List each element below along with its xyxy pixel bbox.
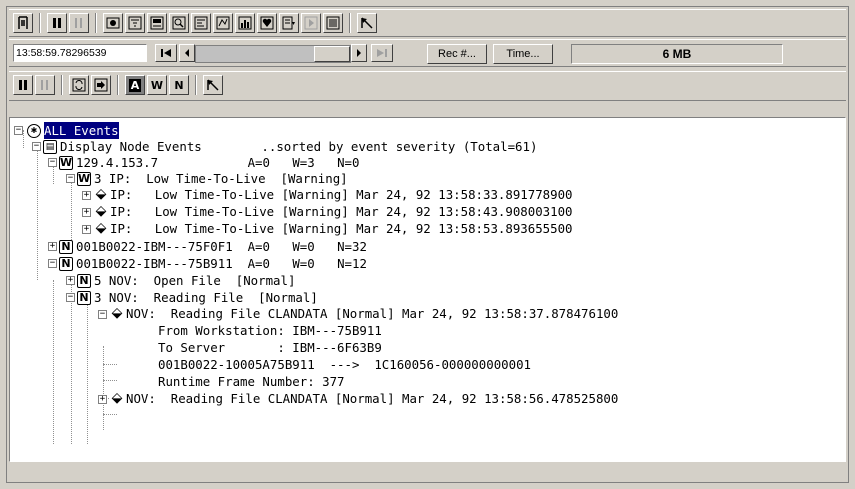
expand-icon[interactable]: + (66, 276, 75, 285)
record-slider[interactable] (195, 45, 351, 63)
collapse-icon[interactable]: − (48, 158, 57, 167)
event-icon: ⬙ (94, 203, 108, 219)
scroll-left-icon[interactable] (179, 44, 195, 62)
tree-node[interactable]: 001B0022-IBM---75B911 A=0 W=0 N=12 (76, 255, 367, 272)
filter-icon[interactable] (125, 13, 145, 33)
tree-event[interactable]: NOV: Reading File CLANDATA [Normal] Mar … (126, 305, 618, 322)
display-icon: ▤ (43, 140, 57, 154)
first-record-icon[interactable] (155, 44, 177, 62)
expand-icon[interactable]: + (82, 225, 91, 234)
decode-icon[interactable] (191, 13, 211, 33)
tree-group[interactable]: 5 NOV: Open File [Normal] (94, 272, 295, 289)
network-icon[interactable] (147, 13, 167, 33)
event-icon: ⬙ (94, 220, 108, 236)
event-icon: ⬙ (94, 186, 108, 202)
memory-indicator: 6 MB (571, 44, 783, 64)
collapse-icon[interactable]: − (14, 126, 23, 135)
tree-group[interactable]: 3 IP: Low Time-To-Live [Warning] (94, 170, 348, 187)
playback-toolbar: 13:58:59.78296539 Rec #... Time... 6 MB (9, 39, 846, 67)
pause-icon[interactable] (35, 75, 55, 95)
event-detail: From Workstation: IBM---75B911 (158, 323, 382, 338)
refresh-icon[interactable] (69, 75, 89, 95)
collapse-icon[interactable]: − (98, 310, 107, 319)
report-icon[interactable] (323, 13, 343, 33)
alarm-filter-button[interactable]: A (125, 75, 145, 95)
search-icon[interactable] (169, 13, 189, 33)
exit-icon[interactable] (13, 13, 33, 33)
tree-group[interactable]: 3 NOV: Reading File [Normal] (94, 289, 318, 306)
tree-node[interactable]: 129.4.153.7 A=0 W=3 N=0 (76, 154, 359, 171)
time-field[interactable]: 13:58:59.78296539 (13, 44, 147, 62)
forward-icon[interactable] (91, 75, 111, 95)
tree-event[interactable]: NOV: Reading File CLANDATA [Normal] Mar … (126, 390, 618, 407)
event-detail: To Server : IBM---6F63B9 (158, 340, 382, 355)
tree-node[interactable]: 001B0022-IBM---75F0F1 A=0 W=0 N=32 (76, 238, 367, 255)
scroll-right-icon[interactable] (351, 44, 367, 62)
normal-node-icon: N (59, 257, 73, 271)
event-detail: 001B0022-10005A75B911 ---> 1C160056-0000… (158, 357, 531, 372)
status-bar (9, 463, 846, 480)
tree-event[interactable]: IP: Low Time-To-Live [Warning] Mar 24, 9… (110, 203, 573, 220)
expand-icon[interactable]: + (82, 191, 91, 200)
warning-filter-button[interactable]: W (147, 75, 167, 95)
normal-node-icon: N (77, 291, 91, 305)
expand-icon[interactable]: + (48, 242, 57, 251)
warning-node-icon: W (77, 172, 91, 186)
time-button[interactable]: Time... (493, 44, 553, 64)
expand-icon[interactable]: + (82, 208, 91, 217)
tree-event[interactable]: IP: Low Time-To-Live [Warning] Mar 24, 9… (110, 220, 573, 237)
event-icon: ⬙ (110, 305, 124, 321)
event-icon: ⬙ (110, 390, 124, 406)
dropdown-icon[interactable] (279, 13, 299, 33)
event-detail: Runtime Frame Number: 377 (158, 374, 345, 389)
collapse-icon[interactable]: − (66, 174, 75, 183)
protocol-icon[interactable] (213, 13, 233, 33)
pointer-icon[interactable] (357, 13, 377, 33)
statistics-icon[interactable] (235, 13, 255, 33)
rec-button[interactable]: Rec #... (427, 44, 487, 64)
main-window: 13:58:59.78296539 Rec #... Time... 6 MB (6, 6, 849, 483)
health-icon[interactable] (257, 13, 277, 33)
pointer-icon[interactable] (203, 75, 223, 95)
expand-icon[interactable]: + (98, 395, 107, 404)
tree-display[interactable]: Display Node Events ..sorted by event se… (60, 138, 537, 155)
pause-icon[interactable] (69, 13, 89, 33)
event-tree[interactable]: − ✱ ALL Events − ▤ Display Node Events .… (9, 117, 846, 462)
normal-filter-button[interactable]: N (169, 75, 189, 95)
normal-node-icon: N (77, 274, 91, 288)
collapse-icon[interactable]: − (32, 142, 41, 151)
normal-node-icon: N (59, 240, 73, 254)
capture-icon[interactable] (103, 13, 123, 33)
view-toolbar: A W N (9, 71, 846, 101)
warning-node-icon: W (59, 156, 73, 170)
play-icon[interactable] (301, 13, 321, 33)
last-record-icon[interactable] (371, 44, 393, 62)
stop-icon[interactable] (13, 75, 33, 95)
tree-root[interactable]: ALL Events (44, 122, 119, 139)
main-toolbar (9, 9, 846, 37)
tree-event[interactable]: IP: Low Time-To-Live [Warning] Mar 24, 9… (110, 186, 573, 203)
slider-thumb[interactable] (314, 46, 350, 62)
stop-icon[interactable] (47, 13, 67, 33)
collapse-icon[interactable]: − (66, 293, 75, 302)
all-events-icon: ✱ (27, 124, 41, 138)
collapse-icon[interactable]: − (48, 259, 57, 268)
